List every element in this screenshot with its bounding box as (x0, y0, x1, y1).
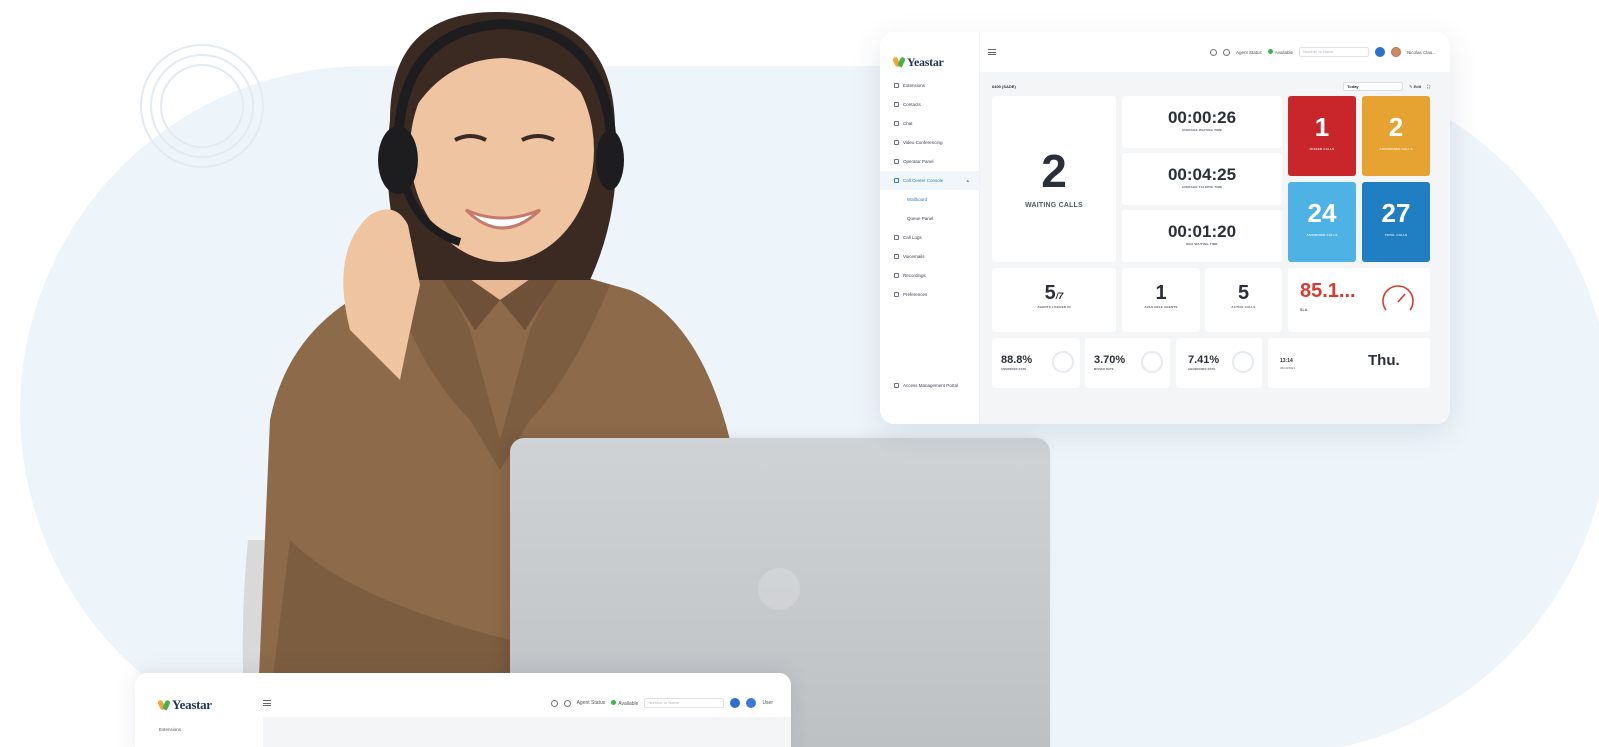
clock-tile: 13:14 05/13/2021 Thu. (1268, 338, 1430, 388)
waiting-calls-value: 2 (1041, 145, 1067, 197)
panel-icon (894, 159, 899, 164)
search-input[interactable]: Number or Name (644, 698, 725, 708)
brand-logo[interactable]: Yeastar (880, 32, 979, 72)
agents-logged-in-tile: 5/7 AGENTS LOGGED IN (992, 268, 1116, 332)
mic-icon (894, 273, 899, 278)
breadcrumb[interactable]: 6400 (SADE) (992, 84, 1016, 89)
answered-rate-tile: 88.8% ANSWERED RATE (992, 338, 1080, 388)
period-select[interactable]: Today (1343, 81, 1404, 91)
status-dot-icon (1267, 49, 1273, 54)
rate-ring (1141, 351, 1163, 373)
headset-icon (894, 178, 899, 183)
waiting-calls-label: WAITING CALLS (1025, 202, 1083, 209)
top-bar: Agent Status Available Number or Name Ni… (980, 32, 1450, 72)
missed-rate-tile: 3.70% MISSED RATE (1085, 338, 1170, 388)
max-waiting-time-tile: 00:01:20 MAX WAITING TIME (1122, 210, 1282, 262)
sidebar-item-recordings[interactable]: Recordings (880, 266, 979, 285)
clock-icon[interactable] (1210, 48, 1218, 56)
call-button[interactable] (730, 698, 741, 708)
search-input[interactable]: Number or Name (1298, 47, 1369, 57)
sidebar-item-call-center-console[interactable]: Call Center Console ▴ (880, 171, 979, 190)
waiting-calls-tile: 2 WAITING CALLS (992, 96, 1116, 262)
sidebar-item-extensions[interactable]: Extensions (159, 727, 181, 732)
sidebar-item-chat[interactable]: Chat (880, 114, 979, 133)
availability-dropdown[interactable]: Available (611, 699, 638, 707)
user-avatar[interactable] (746, 698, 757, 708)
menu-icon[interactable] (263, 700, 271, 706)
chevron-up-icon: ▴ (966, 177, 969, 184)
sidebar-item-queue-panel[interactable]: Queue Panel (880, 209, 979, 228)
abandoned-calls-tile: 2 ABANDONED CALLS (1362, 96, 1430, 176)
agents-total: /7 (1055, 291, 1064, 301)
sla-tile: 85.1... SLA (1288, 268, 1430, 332)
laptop-logo (758, 568, 800, 610)
sidebar-nav: Extensions Contacts Chat Video Conferenc… (880, 72, 979, 304)
phone-icon[interactable] (1223, 48, 1231, 56)
clock-date: 05/13/2021 (1280, 366, 1296, 370)
log-icon (894, 235, 899, 240)
sidebar-item-operator-panel[interactable]: Operator Panel (880, 152, 979, 171)
top-bar: Agent Status Available Number or Name Us… (263, 691, 773, 715)
avatar[interactable] (1390, 47, 1401, 57)
phone-icon[interactable] (563, 699, 571, 707)
rate-ring (1232, 351, 1254, 373)
sidebar-item-wallboard[interactable]: Wallboard (880, 190, 979, 209)
clock-icon[interactable] (550, 699, 558, 707)
voicemail-icon (894, 254, 899, 259)
sidebar-item-call-logs[interactable]: Call Logs (880, 228, 979, 247)
avg-waiting-time-tile: 00:00:26 AVERAGE WAITING TIME (1122, 96, 1282, 148)
settings-icon (894, 292, 899, 297)
user-name[interactable]: Nicolas Clau... (1407, 50, 1436, 55)
sidebar-item-video-conferencing[interactable]: Video Conferencing (880, 133, 979, 152)
fullscreen-icon[interactable]: ⛶ (1427, 84, 1430, 89)
contacts-icon (894, 102, 899, 107)
user-menu[interactable]: User (762, 700, 773, 706)
answered-calls-tile: 24 ANSWERED CALLS (1288, 182, 1356, 262)
agent-status-dropdown[interactable]: Agent Status (1236, 50, 1262, 55)
menu-icon[interactable] (988, 49, 996, 55)
yeastar-logo-icon (159, 700, 169, 710)
abandoned-rate-tile: 7.41% ABANDONED RATE (1176, 338, 1262, 388)
agent-status-dropdown[interactable]: Agent Status (577, 700, 606, 706)
missed-calls-tile: 1 MISSED CALLS (1288, 96, 1356, 176)
total-calls-tile: 27 TOTAL CALLS (1362, 182, 1430, 262)
access-management-link[interactable]: Access Management Portal (894, 383, 958, 388)
brand-name: Yeastar (907, 54, 944, 69)
chat-icon (894, 121, 899, 126)
sidebar-item-extensions[interactable]: Extensions (880, 76, 979, 95)
yeastar-logo-icon (894, 57, 904, 67)
brand-name: Yeastar (172, 697, 212, 712)
video-icon (894, 140, 899, 145)
rate-ring (1052, 351, 1074, 373)
sidebar: Yeastar Extensions Contacts Chat Video C… (880, 32, 980, 424)
sla-value: 85.1... (1300, 280, 1356, 302)
console-window: Yeastar Extensions Agent Status Availabl… (135, 673, 791, 747)
sidebar-item-preferences[interactable]: Preferences (880, 285, 979, 304)
agents-logged-in-value: 5 (1044, 282, 1056, 304)
wallboard-window: Yeastar Extensions Contacts Chat Video C… (880, 32, 1450, 424)
sidebar-item-contacts[interactable]: Contacts (880, 95, 979, 114)
user-icon (894, 83, 899, 88)
availability-dropdown[interactable]: Available (1267, 49, 1293, 55)
status-dot-icon (611, 699, 617, 705)
avg-talking-time-tile: 00:04:25 AVERAGE TALKING TIME (1122, 153, 1282, 205)
clock-time: 13:14 (1280, 358, 1293, 364)
portal-icon (894, 383, 899, 388)
wallboard-content: 6400 (SADE) Today ✎ Edit ⛶ 2 WAITING CAL… (980, 72, 1450, 424)
sidebar-item-voicemails[interactable]: Voicemails (880, 247, 979, 266)
clock-day: Thu. (1368, 352, 1400, 369)
available-agents-tile: 1 AVAILABLE AGENTS (1122, 268, 1200, 332)
call-button[interactable] (1374, 47, 1385, 57)
sla-label: SLA (1300, 308, 1308, 312)
edit-button[interactable]: ✎ Edit (1409, 84, 1421, 89)
speedometer-icon (1382, 285, 1414, 311)
console-content (263, 717, 791, 747)
active-calls-tile: 5 ACTIVE CALLS (1205, 268, 1282, 332)
